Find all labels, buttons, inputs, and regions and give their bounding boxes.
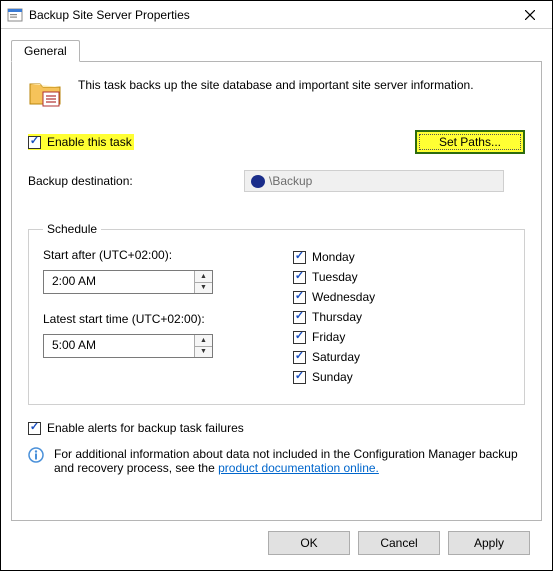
- window-title: Backup Site Server Properties: [29, 8, 508, 22]
- tab-page-general: This task backs up the site database and…: [11, 61, 542, 521]
- checkbox-icon: [293, 271, 306, 284]
- title-bar: Backup Site Server Properties: [1, 1, 552, 29]
- day-label: Tuesday: [312, 270, 358, 284]
- day-checkbox-monday[interactable]: Monday: [293, 250, 355, 264]
- set-paths-button[interactable]: Set Paths...: [415, 130, 525, 154]
- schedule-legend: Schedule: [43, 222, 101, 236]
- latest-start-value[interactable]: 5:00 AM: [44, 335, 194, 357]
- day-checkbox-saturday[interactable]: Saturday: [293, 350, 360, 364]
- spinner-up-icon[interactable]: ▲: [195, 271, 212, 283]
- day-checkbox-sunday[interactable]: Sunday: [293, 370, 353, 384]
- tab-general[interactable]: General: [11, 40, 80, 62]
- day-checkbox-thursday[interactable]: Thursday: [293, 310, 362, 324]
- day-label: Saturday: [312, 350, 360, 364]
- dialog-button-row: OK Cancel Apply: [11, 521, 542, 555]
- folder-task-icon: [28, 78, 64, 108]
- checkbox-icon: [293, 311, 306, 324]
- tab-strip: General: [11, 37, 542, 61]
- enable-task-label: Enable this task: [47, 135, 132, 149]
- cancel-button[interactable]: Cancel: [358, 531, 440, 555]
- day-label: Friday: [312, 330, 345, 344]
- day-checkbox-tuesday[interactable]: Tuesday: [293, 270, 358, 284]
- apply-button[interactable]: Apply: [448, 531, 530, 555]
- day-checkbox-group: Monday Tuesday Wednesday Thursday Friday…: [293, 248, 510, 390]
- enable-alerts-label: Enable alerts for backup task failures: [47, 421, 244, 435]
- checkbox-icon: [293, 351, 306, 364]
- schedule-group: Schedule Start after (UTC+02:00): 2:00 A…: [28, 222, 525, 405]
- enable-task-checkbox[interactable]: Enable this task: [28, 135, 132, 149]
- intro-text: This task backs up the site database and…: [78, 78, 474, 92]
- system-menu-icon[interactable]: [7, 7, 23, 23]
- spinner-down-icon[interactable]: ▼: [195, 283, 212, 294]
- start-after-label: Start after (UTC+02:00):: [43, 248, 253, 262]
- close-button[interactable]: [508, 1, 552, 29]
- latest-start-spinner[interactable]: 5:00 AM ▲ ▼: [43, 334, 213, 358]
- checkbox-icon: [293, 251, 306, 264]
- day-label: Monday: [312, 250, 355, 264]
- redacted-text-icon: [251, 175, 265, 188]
- ok-button[interactable]: OK: [268, 531, 350, 555]
- checkbox-icon: [293, 371, 306, 384]
- day-label: Wednesday: [312, 290, 375, 304]
- checkbox-icon: [28, 136, 41, 149]
- spinner-up-icon[interactable]: ▲: [195, 335, 212, 347]
- backup-destination-label: Backup destination:: [28, 174, 240, 188]
- day-checkbox-wednesday[interactable]: Wednesday: [293, 290, 375, 304]
- documentation-link[interactable]: product documentation online.: [218, 461, 379, 475]
- day-checkbox-friday[interactable]: Friday: [293, 330, 345, 344]
- start-after-spinner[interactable]: 2:00 AM ▲ ▼: [43, 270, 213, 294]
- day-label: Sunday: [312, 370, 353, 384]
- latest-start-label: Latest start time (UTC+02:00):: [43, 312, 253, 326]
- checkbox-icon: [293, 331, 306, 344]
- spinner-down-icon[interactable]: ▼: [195, 347, 212, 358]
- info-text: For additional information about data no…: [54, 447, 525, 475]
- info-icon: [28, 447, 44, 463]
- checkbox-icon: [293, 291, 306, 304]
- start-after-value[interactable]: 2:00 AM: [44, 271, 194, 293]
- backup-destination-value: \Backup: [269, 174, 312, 188]
- enable-alerts-checkbox[interactable]: Enable alerts for backup task failures: [28, 421, 244, 435]
- checkbox-icon: [28, 422, 41, 435]
- day-label: Thursday: [312, 310, 362, 324]
- backup-destination-field: \Backup: [244, 170, 504, 192]
